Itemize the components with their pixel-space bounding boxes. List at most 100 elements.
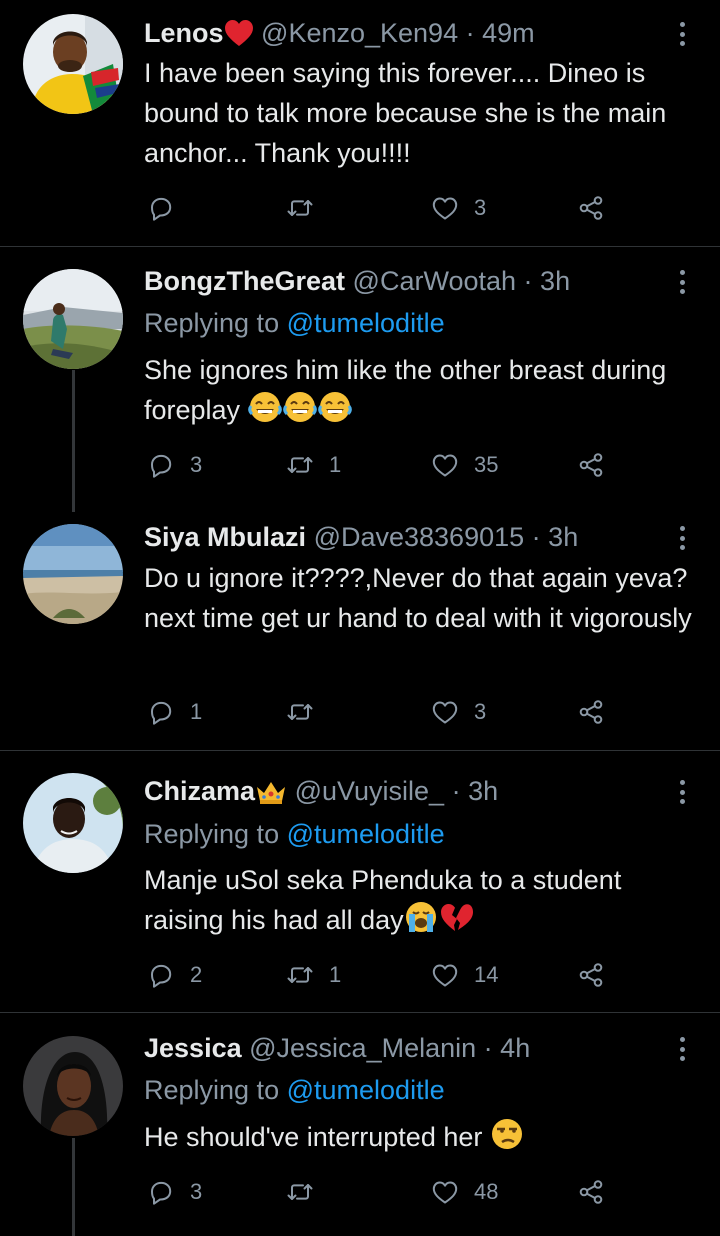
crown-emoji: [255, 778, 287, 809]
author-name[interactable]: BongzTheGreat: [144, 266, 345, 296]
separator-dot: ·: [523, 266, 533, 296]
more-icon[interactable]: [672, 523, 692, 553]
reply-icon: [146, 193, 176, 223]
mention-link[interactable]: @tumeloditle: [287, 308, 445, 338]
mention-link[interactable]: @tumeloditle: [287, 819, 445, 849]
replying-to-label: Replying to: [144, 819, 280, 849]
tweet-text: She ignores him like the other breast du…: [144, 350, 696, 435]
more-icon[interactable]: [672, 777, 692, 807]
timestamp[interactable]: 3h: [540, 266, 570, 296]
avatar[interactable]: [23, 1036, 123, 1136]
tweet-text: Manje uSol seka Phenduka to a student ra…: [144, 860, 696, 945]
share-button[interactable]: [576, 1175, 606, 1209]
tweet-header: BongzTheGreat @CarWootah · 3h: [144, 263, 660, 299]
share-icon: [576, 193, 606, 223]
like-button[interactable]: 3: [430, 695, 486, 729]
retweet-icon: [285, 1177, 315, 1207]
like-icon: [430, 1177, 460, 1207]
reply-button[interactable]: 2: [146, 958, 202, 992]
avatar[interactable]: [23, 524, 123, 624]
like-button[interactable]: 14: [430, 958, 498, 992]
share-icon: [576, 1177, 606, 1207]
share-button[interactable]: [576, 958, 606, 992]
tweet-actions: 3: [144, 191, 614, 225]
author-handle[interactable]: @Jessica_Melanin: [249, 1033, 476, 1063]
reply-count: 3: [190, 1179, 203, 1204]
like-icon: [430, 960, 460, 990]
tweet-actions: 3 1 35: [144, 448, 614, 482]
like-count: 35: [474, 452, 499, 477]
reply-count: 1: [190, 699, 203, 724]
author-name[interactable]: Lenos: [144, 18, 224, 48]
author-handle[interactable]: @Dave38369015: [314, 522, 525, 552]
timestamp[interactable]: 3h: [468, 776, 498, 806]
timestamp[interactable]: 49m: [482, 18, 535, 48]
author-name[interactable]: Siya Mbulazi: [144, 522, 306, 552]
tweet-actions: 3 48: [144, 1175, 614, 1209]
share-button[interactable]: [576, 448, 606, 482]
avatar[interactable]: [23, 14, 123, 114]
replying-to-line: Replying to @tumeloditle: [144, 305, 445, 341]
tweet-actions: 2 1 14: [144, 958, 614, 992]
tweet[interactable]: Lenos @Kenzo_Ken94 · 49m I have been say…: [0, 0, 720, 246]
retweet-button[interactable]: 1: [285, 448, 341, 482]
tweet-text-content: She ignores him like the other breast du…: [144, 355, 667, 425]
author-name[interactable]: Chizama: [144, 776, 255, 806]
avatar[interactable]: [23, 269, 123, 369]
reply-icon: [146, 1177, 176, 1207]
retweet-button[interactable]: 1: [285, 958, 341, 992]
share-button[interactable]: [576, 695, 606, 729]
more-icon[interactable]: [672, 267, 692, 297]
reply-count: 2: [190, 962, 203, 987]
timestamp[interactable]: 4h: [500, 1033, 530, 1063]
tweet-text: He should've interrupted her: [144, 1117, 696, 1162]
author-handle[interactable]: @uVuyisile_: [295, 776, 444, 806]
tears-of-joy-emoji: [247, 390, 352, 435]
tweet-text-content: Manje uSol seka Phenduka to a student ra…: [144, 865, 622, 935]
tweet[interactable]: Siya Mbulazi @Dave38369015 · 3h Do u ign…: [0, 502, 720, 748]
reply-button[interactable]: 3: [146, 1175, 202, 1209]
reply-button[interactable]: 3: [146, 448, 202, 482]
tweet-text: Do u ignore it????,Never do that again y…: [144, 563, 692, 633]
retweet-count: 1: [329, 962, 342, 987]
author-handle[interactable]: @Kenzo_Ken94: [261, 18, 458, 48]
tweet[interactable]: BongzTheGreat @CarWootah · 3h Replying t…: [0, 247, 720, 501]
reply-icon: [146, 960, 176, 990]
like-button[interactable]: 35: [430, 448, 498, 482]
share-icon: [576, 960, 606, 990]
reply-count: 3: [190, 452, 203, 477]
tweet-actions: 1 3: [144, 695, 614, 729]
share-icon: [576, 697, 606, 727]
tweet[interactable]: Chizama @uVuyisile_ · 3h Replying to @tu…: [0, 751, 720, 1011]
like-button[interactable]: 3: [430, 191, 486, 225]
more-icon[interactable]: [672, 1034, 692, 1064]
retweet-icon: [285, 193, 315, 223]
retweet-button[interactable]: [285, 1175, 329, 1209]
mention-link[interactable]: @tumeloditle: [287, 1075, 445, 1105]
tweet-header: Siya Mbulazi @Dave38369015 · 3h: [144, 519, 660, 555]
reply-button[interactable]: 1: [146, 695, 202, 729]
like-button[interactable]: 48: [430, 1175, 498, 1209]
separator-dot: ·: [483, 1033, 493, 1063]
retweet-button[interactable]: [285, 191, 329, 225]
replying-to-line: Replying to @tumeloditle: [144, 1072, 445, 1108]
replying-to-line: Replying to @tumeloditle: [144, 816, 445, 852]
like-count: 3: [474, 699, 487, 724]
tweet-text: I have been saying this forever.... Dine…: [144, 58, 667, 168]
tweet-header: Lenos @Kenzo_Ken94 · 49m: [144, 15, 660, 51]
tweet-text-content: He should've interrupted her: [144, 1122, 483, 1152]
like-icon: [430, 697, 460, 727]
tweet-header: Chizama @uVuyisile_ · 3h: [144, 773, 660, 809]
retweet-button[interactable]: [285, 695, 329, 729]
more-icon[interactable]: [672, 19, 692, 49]
timestamp[interactable]: 3h: [548, 522, 578, 552]
red-heart-emoji: [224, 19, 254, 51]
share-button[interactable]: [576, 191, 606, 225]
avatar[interactable]: [23, 773, 123, 873]
author-handle[interactable]: @CarWootah: [353, 266, 516, 296]
author-name[interactable]: Jessica: [144, 1033, 242, 1063]
tweet[interactable]: Jessica @Jessica_Melanin · 4h Replying t…: [0, 1013, 720, 1236]
reply-button[interactable]: [146, 191, 190, 225]
like-count: 48: [474, 1179, 499, 1204]
separator-dot: ·: [451, 776, 461, 806]
